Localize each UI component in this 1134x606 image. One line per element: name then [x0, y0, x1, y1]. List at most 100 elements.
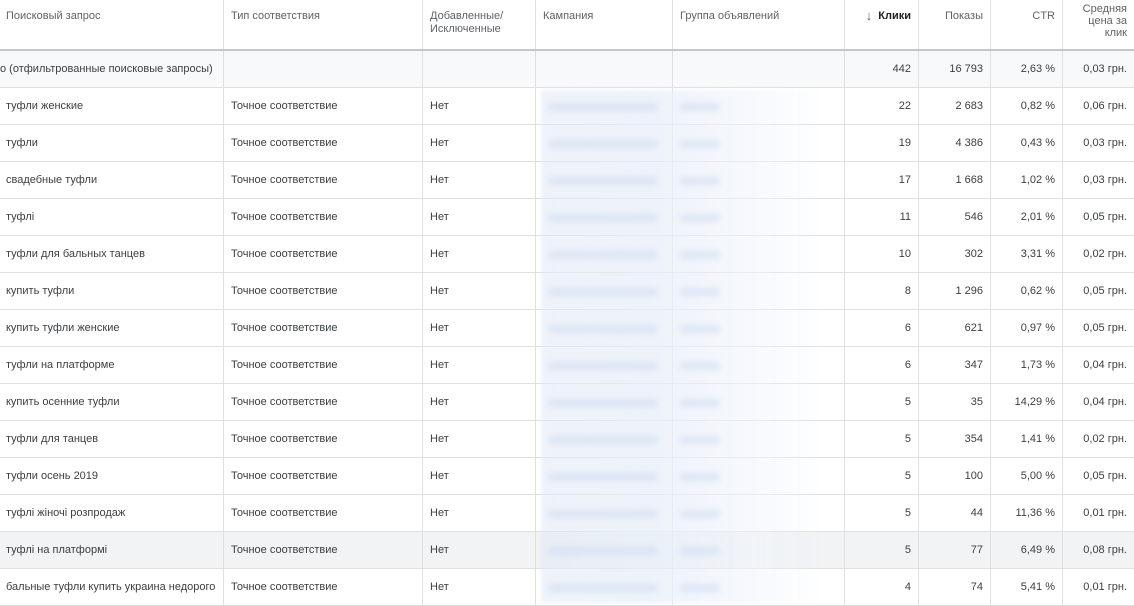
clicks-cell: 4: [845, 569, 919, 605]
ad-group-cell: [673, 532, 845, 568]
impressions-cell: 4 386: [919, 125, 991, 161]
table-row[interactable]: туфли для бальных танцев Точное соответст…: [0, 236, 1134, 273]
added-excluded-cell: Нет: [423, 495, 536, 531]
header-ad-group[interactable]: Группа объявлений: [673, 0, 845, 49]
search-term-cell[interactable]: туфлі на платформі: [0, 532, 224, 568]
campaign-cell: [536, 458, 673, 494]
avg-cpc-cell: 0,05 грн.: [1083, 210, 1127, 223]
added-excluded-cell: Нет: [423, 421, 536, 457]
table-row[interactable]: туфли Точное соответствие Нет 19 4 386 0,43 %…: [0, 125, 1134, 162]
match-type-cell: Точное соответствие: [224, 162, 423, 198]
table-row[interactable]: туфли женские Точное соответствие Нет 22 2 6…: [0, 88, 1134, 125]
table-row[interactable]: бальные туфли купить украина недорого Точ…: [0, 569, 1134, 606]
total-added: [423, 51, 536, 87]
clicks-cell: 5: [845, 532, 919, 568]
impressions-cell: 1 296: [919, 273, 991, 309]
table-row[interactable]: туфлі на платформі Точное соответствие Нет…: [0, 532, 1134, 569]
avg-cpc-cell: 0,02 грн.: [1083, 247, 1127, 260]
impressions-cell: 35: [919, 384, 991, 420]
header-campaign[interactable]: Кампания: [536, 0, 673, 49]
match-type-cell: Точное соответствие: [224, 273, 423, 309]
ad-group-cell: [673, 88, 845, 124]
table-row[interactable]: туфли на платформе Точное соответствие Нет…: [0, 347, 1134, 384]
ctr-cell: 0,97 %: [991, 310, 1063, 346]
added-excluded-cell: Нет: [423, 532, 536, 568]
search-term-cell[interactable]: туфли осень 2019: [0, 458, 224, 494]
total-ctr: 2,63 %: [991, 51, 1063, 87]
match-type-cell: Точное соответствие: [224, 236, 423, 272]
header-clicks[interactable]: ↓ Клики: [845, 0, 919, 49]
campaign-cell: [536, 88, 673, 124]
search-term-cell[interactable]: туфлі: [0, 199, 224, 235]
ctr-cell: 5,41 %: [991, 569, 1063, 605]
header-match-type[interactable]: Тип соответствия: [224, 0, 423, 49]
search-term-cell[interactable]: купить туфли женские: [0, 310, 224, 346]
clicks-cell: 6: [845, 347, 919, 383]
table-row[interactable]: купить туфли женские Точное соответствие Н…: [0, 310, 1134, 347]
clicks-cell: 5: [845, 458, 919, 494]
match-type-cell: Точное соответствие: [224, 569, 423, 605]
campaign-cell: [536, 347, 673, 383]
match-type-cell: Точное соответствие: [224, 495, 423, 531]
campaign-cell: [536, 310, 673, 346]
search-term-cell[interactable]: туфли для бальных танцев: [0, 236, 224, 272]
added-excluded-cell: Нет: [423, 88, 536, 124]
match-type-cell: Точное соответствие: [224, 310, 423, 346]
search-term-cell[interactable]: свадебные туфли: [0, 162, 224, 198]
table-row[interactable]: туфлі Точное соответствие Нет 11 546 2,01 % 0,…: [0, 199, 1134, 236]
total-avg-cpc: 0,03 грн.: [1083, 62, 1127, 75]
campaign-cell: [536, 162, 673, 198]
impressions-cell: 1 668: [919, 162, 991, 198]
search-term-cell[interactable]: купить туфли: [0, 273, 224, 309]
avg-cpc-cell: 0,08 грн.: [1083, 543, 1127, 556]
avg-cpc-cell: 0,05 грн.: [1083, 284, 1127, 297]
search-term-cell[interactable]: туфли для танцев: [0, 421, 224, 457]
avg-cpc-cell: 0,01 грн.: [1083, 580, 1127, 593]
ctr-cell: 1,41 %: [991, 421, 1063, 457]
ad-group-cell: [673, 347, 845, 383]
search-terms-table: Поисковый запрос Тип соответствия Добавл…: [0, 0, 1134, 606]
ctr-cell: 5,00 %: [991, 458, 1063, 494]
search-term-cell[interactable]: туфлі жіночі розпродаж: [0, 495, 224, 531]
header-avg-cpc[interactable]: Средняя цена за клик: [1063, 0, 1134, 49]
header-added-excluded[interactable]: Добавленные/ Исключенные: [423, 0, 536, 49]
ad-group-cell: [673, 569, 845, 605]
ad-group-cell: [673, 421, 845, 457]
header-search-term[interactable]: Поисковый запрос: [0, 0, 224, 49]
table-row[interactable]: купить осенние туфли Точное соответствие Н…: [0, 384, 1134, 421]
ctr-cell: 3,31 %: [991, 236, 1063, 272]
total-ad-group: [673, 51, 845, 87]
table-row[interactable]: свадебные туфли Точное соответствие Нет 17 1…: [0, 162, 1134, 199]
search-term-cell[interactable]: бальные туфли купить украина недорого: [0, 569, 224, 605]
avg-cpc-cell: 0,01 грн.: [1083, 506, 1127, 519]
search-term-cell[interactable]: туфли: [0, 125, 224, 161]
ad-group-cell: [673, 125, 845, 161]
total-row: о (отфильтрованные поисковые запросы) 44…: [0, 51, 1134, 88]
impressions-cell: 100: [919, 458, 991, 494]
ctr-cell: 0,43 %: [991, 125, 1063, 161]
campaign-cell: [536, 421, 673, 457]
impressions-cell: 44: [919, 495, 991, 531]
ad-group-cell: [673, 236, 845, 272]
table-header-row: Поисковый запрос Тип соответствия Добавл…: [0, 0, 1134, 51]
ctr-cell: 0,62 %: [991, 273, 1063, 309]
clicks-cell: 17: [845, 162, 919, 198]
header-ctr[interactable]: CTR: [991, 0, 1063, 49]
clicks-cell: 22: [845, 88, 919, 124]
table-row[interactable]: туфлі жіночі розпродаж Точное соответстви…: [0, 495, 1134, 532]
clicks-cell: 5: [845, 421, 919, 457]
table-row[interactable]: туфли осень 2019 Точное соответствие Нет 5 1…: [0, 458, 1134, 495]
table-row[interactable]: туфли для танцев Точное соответствие Нет 5 3…: [0, 421, 1134, 458]
avg-cpc-cell: 0,04 грн.: [1083, 395, 1127, 408]
table-row[interactable]: купить туфли Точное соответствие Нет 8 1 296…: [0, 273, 1134, 310]
search-term-cell[interactable]: туфли женские: [0, 88, 224, 124]
campaign-cell: [536, 236, 673, 272]
header-impressions[interactable]: Показы: [919, 0, 991, 49]
impressions-cell: 621: [919, 310, 991, 346]
match-type-cell: Точное соответствие: [224, 384, 423, 420]
search-term-cell[interactable]: купить осенние туфли: [0, 384, 224, 420]
campaign-cell: [536, 532, 673, 568]
ad-group-cell: [673, 495, 845, 531]
search-term-cell[interactable]: туфли на платформе: [0, 347, 224, 383]
campaign-cell: [536, 495, 673, 531]
